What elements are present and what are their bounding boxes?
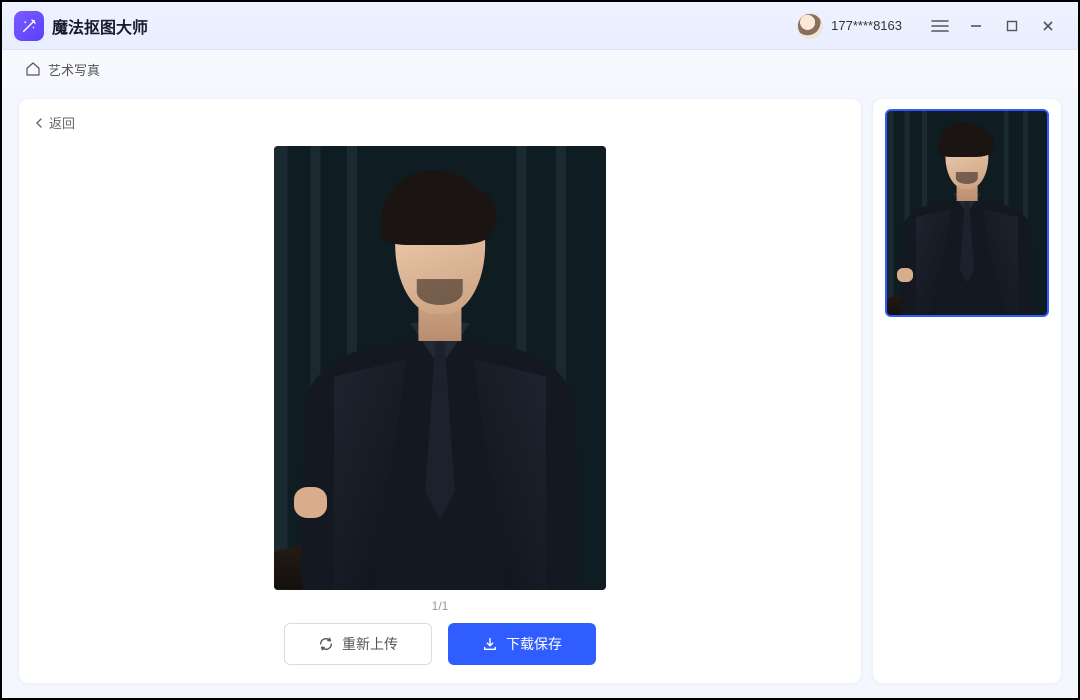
minimize-icon [969,19,983,33]
back-label: 返回 [49,113,75,132]
content-area: 返回 1/1 [2,88,1078,698]
close-button[interactable] [1030,8,1066,44]
back-button[interactable]: 返回 [19,99,861,132]
close-icon [1041,19,1055,33]
action-row: 重新上传 下载保存 [19,617,861,683]
main-panel: 返回 1/1 [18,98,862,684]
result-image[interactable] [274,146,606,590]
reupload-label: 重新上传 [342,634,398,654]
thumbnail-panel [872,98,1062,684]
user-phone: 177****8163 [831,18,902,33]
avatar[interactable] [797,13,823,39]
download-icon [482,636,498,652]
preview-area [19,132,861,593]
app-logo [14,11,44,41]
reupload-button[interactable]: 重新上传 [284,623,432,665]
chevron-left-icon [33,117,45,129]
maximize-button[interactable] [994,8,1030,44]
page-indicator: 1/1 [19,593,861,617]
breadcrumb-label[interactable]: 艺术写真 [48,60,100,79]
menu-button[interactable] [922,8,958,44]
breadcrumb-bar: 艺术写真 [2,50,1078,88]
hamburger-icon [931,19,949,33]
wand-icon [20,17,38,35]
home-icon [24,60,42,78]
download-button[interactable]: 下载保存 [448,623,596,665]
minimize-button[interactable] [958,8,994,44]
download-label: 下载保存 [506,634,562,654]
thumbnail-selected[interactable] [885,109,1049,317]
titlebar: 魔法抠图大师 177****8163 [2,2,1078,50]
app-title: 魔法抠图大师 [52,14,148,38]
refresh-icon [318,636,334,652]
maximize-icon [1005,19,1019,33]
